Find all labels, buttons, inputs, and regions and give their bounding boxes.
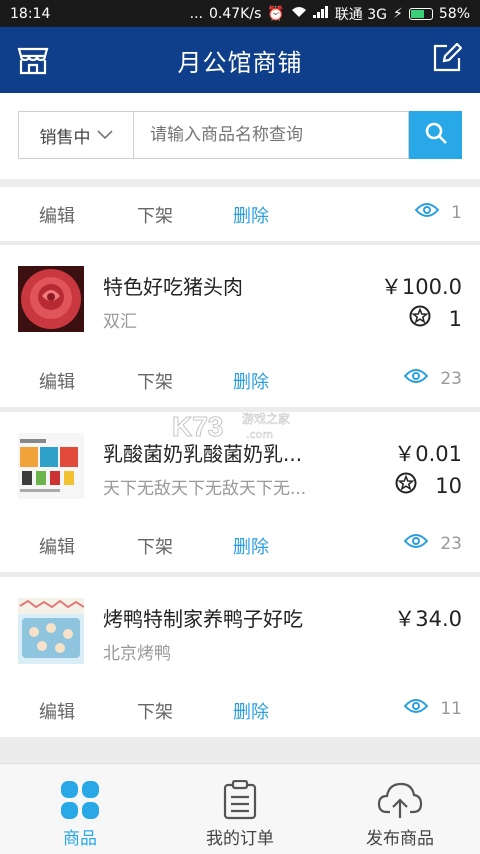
takedown-button[interactable]: 下架 bbox=[137, 698, 173, 724]
product-rating-value: 10 bbox=[435, 473, 462, 498]
chevron-down-icon bbox=[96, 125, 113, 145]
takedown-button[interactable]: 下架 bbox=[137, 368, 173, 394]
search-button[interactable] bbox=[409, 111, 462, 159]
signal-icon bbox=[312, 5, 329, 22]
product-thumbnail-rose bbox=[18, 266, 84, 332]
product-price: ￥0.01 bbox=[394, 442, 462, 466]
item-action-bar: 编辑 下架 删除 1 bbox=[0, 187, 480, 241]
status-dots: ... bbox=[189, 5, 203, 22]
network-speed: 0.47K/s bbox=[209, 5, 262, 22]
watermark-domain: .com bbox=[246, 428, 273, 441]
product-thumbnail-drinks bbox=[18, 433, 84, 499]
takedown-button[interactable]: 下架 bbox=[137, 202, 173, 228]
item-action-bar: 编辑 下架 删除 23 bbox=[0, 353, 480, 407]
bottom-nav: 商品 我的订单 发布商品 bbox=[0, 763, 480, 854]
status-bar: 18:14 ... 0.47K/s ⏰ 联通 3G ⚡ 58% bbox=[0, 0, 480, 27]
view-count: 11 bbox=[404, 698, 462, 719]
product-rating: 10 bbox=[395, 472, 462, 499]
eye-icon bbox=[404, 698, 429, 719]
grid-icon bbox=[60, 778, 100, 822]
takedown-button[interactable]: 下架 bbox=[137, 533, 173, 559]
search-row: 销售中 bbox=[0, 93, 480, 179]
nav-my-orders-label: 我的订单 bbox=[206, 829, 274, 849]
nav-products-label: 商品 bbox=[63, 829, 97, 849]
product-price: ￥100.0 bbox=[380, 275, 462, 299]
product-brand: 双汇 bbox=[103, 312, 137, 332]
eye-icon bbox=[414, 202, 440, 223]
view-count-value: 23 bbox=[440, 368, 462, 389]
status-filter-dropdown[interactable]: 销售中 bbox=[18, 111, 134, 159]
view-count: 1 bbox=[414, 202, 462, 223]
delete-button[interactable]: 删除 bbox=[233, 698, 269, 724]
eye-icon bbox=[404, 368, 429, 389]
product-name: 烤鸭特制家养鸭子好吃 bbox=[103, 607, 303, 631]
edit-icon[interactable] bbox=[432, 42, 463, 73]
product-thumbnail-bedding bbox=[18, 598, 84, 664]
product-description: 天下无敌天下无敌天下无... bbox=[103, 479, 307, 499]
battery-percent: 58% bbox=[438, 5, 470, 22]
product-rating: 1 bbox=[409, 305, 462, 332]
item-action-bar: 编辑 下架 删除 11 bbox=[0, 683, 480, 737]
delete-button[interactable]: 删除 bbox=[233, 368, 269, 394]
store-icon[interactable] bbox=[16, 43, 50, 77]
cloud-upload-icon bbox=[377, 778, 423, 822]
edit-button[interactable]: 编辑 bbox=[39, 698, 75, 724]
app-header: 月公馆商铺 bbox=[0, 27, 480, 93]
edit-button[interactable]: 编辑 bbox=[39, 202, 75, 228]
search-input[interactable] bbox=[134, 111, 409, 159]
clipboard-icon bbox=[222, 778, 258, 822]
nav-products[interactable]: 商品 bbox=[0, 764, 160, 854]
view-count: 23 bbox=[404, 533, 462, 554]
item-action-bar: 编辑 下架 删除 23 bbox=[0, 518, 480, 572]
page-title: 月公馆商铺 bbox=[177, 48, 303, 77]
view-count: 23 bbox=[404, 368, 462, 389]
star-badge-icon bbox=[395, 472, 417, 499]
watermark-logo: K73 游戏之家 .com bbox=[170, 406, 305, 450]
carrier-label: 联通 3G bbox=[334, 6, 388, 23]
view-count-value: 11 bbox=[440, 698, 462, 719]
view-count-value: 23 bbox=[440, 533, 462, 554]
watermark-brand: K73 bbox=[172, 411, 223, 442]
edit-button[interactable]: 编辑 bbox=[39, 368, 75, 394]
star-badge-icon bbox=[409, 305, 431, 332]
view-count-value: 1 bbox=[451, 202, 462, 223]
wifi-icon bbox=[291, 6, 307, 22]
edit-button[interactable]: 编辑 bbox=[39, 533, 75, 559]
status-right: ... 0.47K/s ⏰ 联通 3G ⚡ 58% bbox=[190, 4, 470, 24]
alarm-icon: ⏰ bbox=[267, 5, 285, 22]
status-time: 18:14 bbox=[10, 5, 51, 22]
eye-icon bbox=[404, 533, 429, 554]
product-name: 特色好吃猪头肉 bbox=[103, 275, 243, 299]
product-card[interactable]: 特色好吃猪头肉 双汇 ￥100.0 1 bbox=[0, 245, 480, 355]
product-card[interactable]: 烤鸭特制家养鸭子好吃 北京烤鸭 ￥34.0 bbox=[0, 577, 480, 687]
nav-my-orders[interactable]: 我的订单 bbox=[160, 764, 320, 854]
nav-publish-label: 发布商品 bbox=[366, 829, 434, 849]
watermark-text: 游戏之家 bbox=[242, 411, 290, 426]
search-icon bbox=[424, 121, 448, 149]
battery-icon bbox=[408, 7, 433, 20]
nav-publish-product[interactable]: 发布商品 bbox=[320, 764, 480, 854]
delete-button[interactable]: 删除 bbox=[233, 202, 269, 228]
product-rating-value: 1 bbox=[448, 306, 462, 331]
delete-button[interactable]: 删除 bbox=[233, 533, 269, 559]
filter-label: 销售中 bbox=[39, 127, 91, 148]
charging-icon: ⚡ bbox=[393, 5, 403, 22]
product-brand: 北京烤鸭 bbox=[103, 644, 171, 664]
product-price: ￥34.0 bbox=[394, 607, 462, 631]
